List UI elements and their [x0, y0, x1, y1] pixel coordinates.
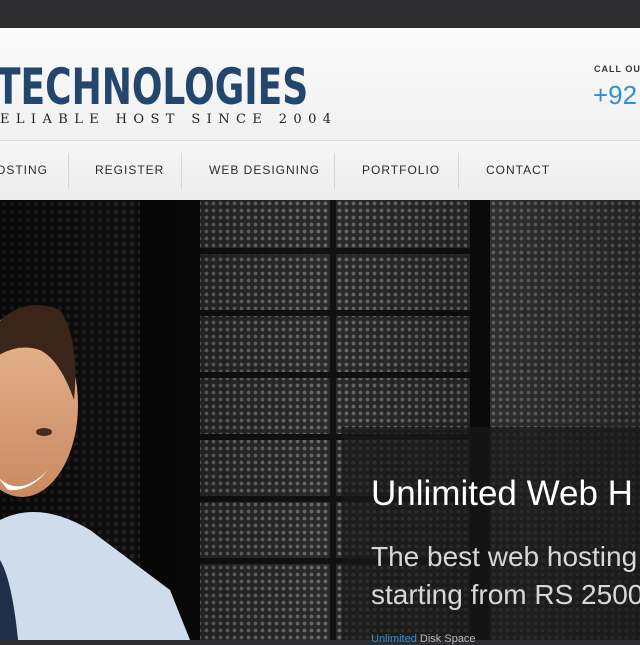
logo-title[interactable]: TECHNOLOGIES: [0, 58, 308, 116]
phone-number[interactable]: +92: [593, 80, 637, 111]
hero-subtitle: The best web hosting starting from RS 25…: [371, 541, 640, 610]
feature-text: Disk Space: [416, 633, 476, 645]
nav-item-register[interactable]: REGISTER: [95, 141, 164, 200]
nav-item-contact[interactable]: CONTACT: [486, 141, 550, 200]
nav-divider: [334, 153, 335, 189]
nav-item-portfolio[interactable]: PORTFOLIO: [362, 141, 440, 200]
logo-tagline: ELIABLE HOST SINCE 2004: [0, 112, 338, 127]
nav-divider: [68, 153, 69, 189]
nav-item-web-designing[interactable]: WEB DESIGNING: [209, 141, 320, 200]
main-nav: OSTING REGISTER WEB DESIGNING PORTFOLIO …: [0, 141, 640, 200]
nav-divider: [458, 153, 459, 189]
call-us-label: CALL OU: [594, 64, 640, 74]
nav-divider: [181, 153, 182, 189]
hero-feature-item: Unlimited Disk Space: [371, 633, 476, 645]
feature-highlight: Unlimited: [371, 633, 417, 645]
top-bar: [0, 0, 640, 28]
nav-item-hosting[interactable]: OSTING: [0, 141, 48, 200]
hero-title: Unlimited Web H: [371, 474, 633, 513]
